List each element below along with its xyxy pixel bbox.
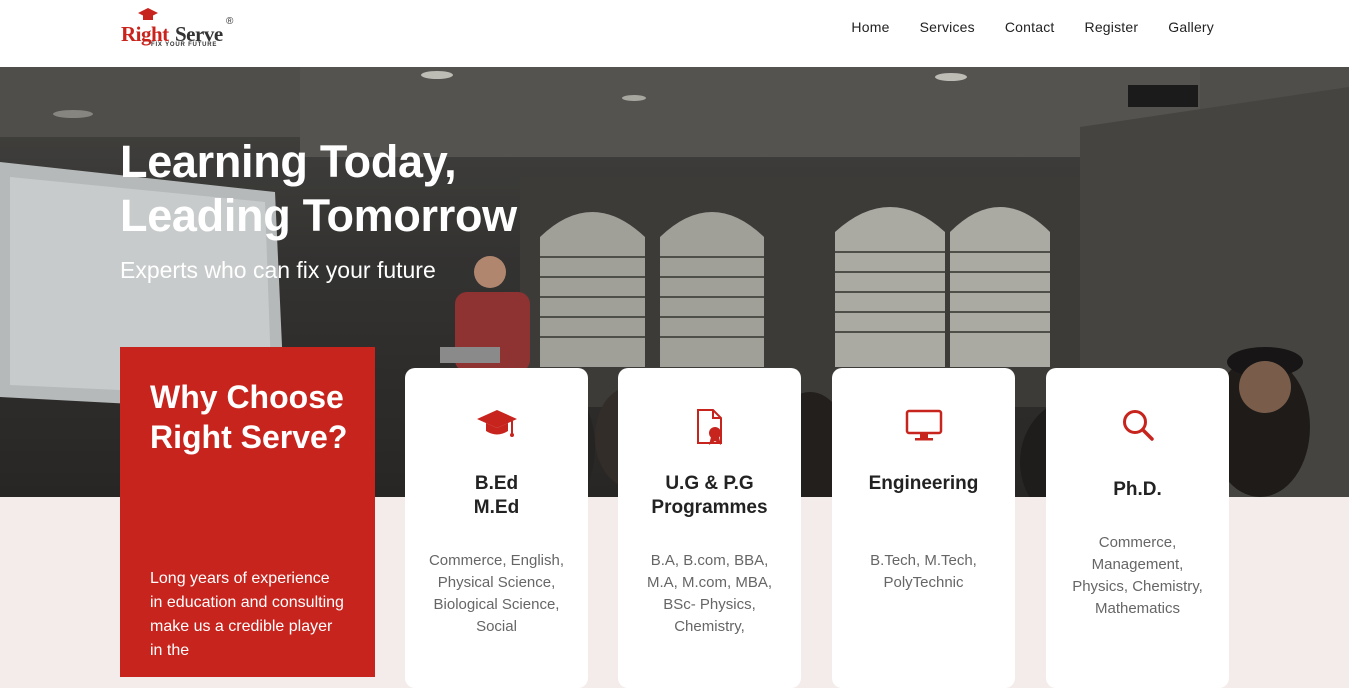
logo-registered-mark: ® <box>226 16 234 27</box>
why-choose-card: Why Choose Right Serve? Long years of ex… <box>120 347 375 677</box>
nav-gallery[interactable]: Gallery <box>1168 19 1214 35</box>
why-choose-text: Long years of experience in education an… <box>150 570 344 659</box>
hero-title-line2: Leading Tomorrow <box>120 190 517 241</box>
service-card-bed-med[interactable]: B.Ed M.Ed Commerce, English, Physical Sc… <box>405 368 588 688</box>
nav-home[interactable]: Home <box>851 19 889 35</box>
search-icon <box>1122 410 1154 441</box>
service-card-phd[interactable]: Ph.D. Commerce, Management, Physics, Che… <box>1046 368 1229 688</box>
certificate-document-icon <box>696 409 722 445</box>
service-description: Commerce, Management, Physics, Chemistry… <box>1072 534 1203 617</box>
service-description: B.A, B.com, BBA, M.A, M.com, MBA, BSc- P… <box>646 552 772 635</box>
logo-cap-icon <box>138 8 158 20</box>
hero-text-block: Learning Today, Leading Tomorrow Experts… <box>120 135 517 284</box>
main-nav: Home Services Contact Register Gallery <box>851 19 1214 35</box>
why-choose-title: Why Choose Right Serve? <box>150 379 348 455</box>
service-description: B.Tech, M.Tech, PolyTechnic <box>870 552 977 591</box>
service-title: Ph.D. <box>1113 479 1162 500</box>
nav-register[interactable]: Register <box>1085 19 1139 35</box>
brand-logo[interactable]: Right Serve ® FIX YOUR FUTURE <box>120 8 240 50</box>
hero-subtitle: Experts who can fix your future <box>120 257 436 283</box>
service-card-engineering[interactable]: Engineering B.Tech, M.Tech, PolyTechnic <box>832 368 1015 688</box>
nav-contact[interactable]: Contact <box>1005 19 1055 35</box>
hero-title-line1: Learning Today, <box>120 136 457 187</box>
site-header: Right Serve ® FIX YOUR FUTURE Home Servi… <box>0 0 1349 67</box>
service-title: B.Ed M.Ed <box>473 473 520 518</box>
hero-title: Learning Today, Leading Tomorrow <box>120 135 517 243</box>
service-description: Commerce, English, Physical Science, Bio… <box>428 552 565 635</box>
service-title: U.G & P.G Programmes <box>651 473 768 518</box>
service-card-ug-pg[interactable]: U.G & P.G Programmes B.A, B.com, BBA, M.… <box>618 368 801 688</box>
service-title: Engineering <box>868 473 979 494</box>
nav-services[interactable]: Services <box>920 19 975 35</box>
logo-tagline: FIX YOUR FUTURE <box>151 42 218 48</box>
monitor-icon <box>905 409 942 441</box>
graduation-cap-icon <box>476 410 517 437</box>
